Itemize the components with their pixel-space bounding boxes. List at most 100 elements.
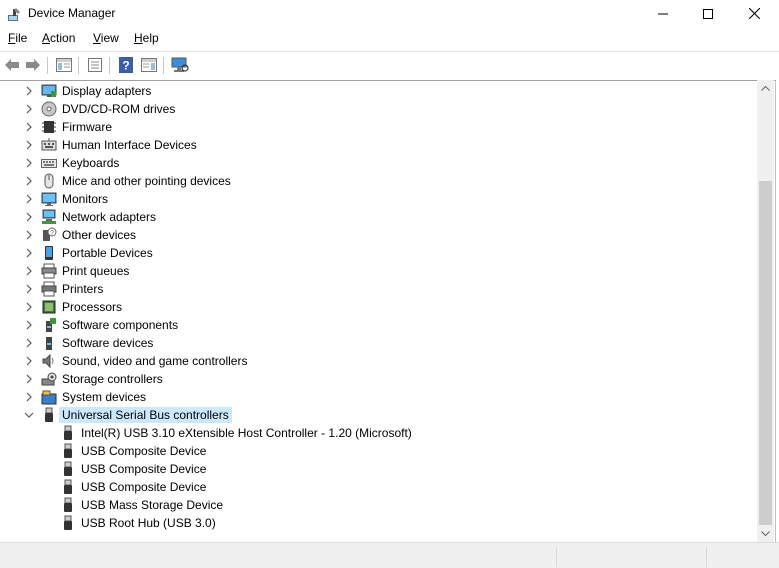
scroll-up-button[interactable] [757,80,774,97]
scan-hardware-button[interactable] [170,55,190,75]
tree-category-row[interactable]: Human Interface Devices [0,136,755,154]
scan-hardware-icon [171,57,189,72]
chevron-right-icon[interactable] [23,319,35,331]
tree-category-label: Printers [62,282,104,296]
close-icon [748,8,760,19]
tree-category-row[interactable]: ? Other devices [0,226,755,244]
chevron-right-icon[interactable] [23,85,35,97]
tree-category-row[interactable]: Software components [0,316,755,334]
tree-category-row[interactable]: Sound, video and game controllers [0,352,755,370]
chevron-right-icon[interactable] [23,193,35,205]
tree-device-label: USB Composite Device [81,444,207,458]
action-pane-button[interactable] [139,55,159,75]
menu-view[interactable]: View [93,31,119,45]
tree-device-row[interactable]: Intel(R) USB 3.10 eXtensible Host Contro… [0,424,755,442]
network-adapter-icon [41,209,57,225]
usb-plug-icon [60,425,76,441]
printer-icon [41,281,57,297]
chevron-right-icon[interactable] [23,139,35,151]
tree-category-label: Universal Serial Bus controllers [59,407,232,423]
firmware-icon [41,119,57,135]
toolbar-separator [78,57,79,74]
status-cell [556,547,706,567]
menu-view-accel: V [93,31,101,45]
show-hide-console-tree-button[interactable] [54,55,74,75]
device-manager-app-icon [7,6,23,22]
tree-category-row[interactable]: Mice and other pointing devices [0,172,755,190]
tree-category-row[interactable]: Printers [0,280,755,298]
chevron-right-icon[interactable] [23,175,35,187]
chevron-right-icon[interactable] [23,229,35,241]
other-devices-icon: ? [41,227,57,243]
toolbar-separator [163,57,164,74]
tree-category-label: DVD/CD-ROM drives [62,102,176,116]
chevron-right-icon[interactable] [23,283,35,295]
tree-device-row[interactable]: USB Composite Device [0,442,755,460]
forward-button[interactable] [23,55,43,75]
menu-help-accel: H [134,31,143,45]
minimize-icon [658,13,668,14]
chevron-right-icon[interactable] [23,265,35,277]
toolbar-separator [109,57,110,74]
menu-file-label: ile [15,31,28,45]
tree-category-row[interactable]: Portable Devices [0,244,755,262]
tree-category-row[interactable]: Storage controllers [0,370,755,388]
chevron-right-icon[interactable] [23,337,35,349]
chevron-right-icon[interactable] [23,301,35,313]
tree-category-row[interactable]: DVD/CD-ROM drives [0,100,755,118]
chevron-down-icon[interactable] [23,409,35,421]
tree-device-label: USB Root Hub (USB 3.0) [81,516,216,530]
tree-device-row[interactable]: USB Root Hub (USB 3.0) [0,514,755,532]
properties-button[interactable] [85,55,105,75]
chevron-right-icon[interactable] [23,247,35,259]
tree-category-row[interactable]: Display adapters [0,82,755,100]
tree-category-row[interactable]: Monitors [0,190,755,208]
back-button[interactable] [2,55,22,75]
forward-icon [26,59,40,71]
tree-category-row[interactable]: Keyboards [0,154,755,172]
tree-category-row[interactable]: Software devices [0,334,755,352]
back-icon [5,59,19,71]
maximize-icon [703,8,713,19]
tree-device-row[interactable]: USB Composite Device [0,460,755,478]
scroll-down-button[interactable] [757,525,774,542]
tree-category-row[interactable]: Processors [0,298,755,316]
title-bar: Device Manager [0,0,779,27]
chevron-right-icon[interactable] [23,355,35,367]
monitor-icon [41,191,57,207]
close-button[interactable] [731,0,777,27]
tree-category-row[interactable]: Universal Serial Bus controllers [0,406,755,424]
tree-category-label: Keyboards [62,156,120,170]
tree-category-label: Network adapters [62,210,157,224]
storage-controller-icon [41,371,57,387]
scroll-thumb[interactable] [759,181,772,525]
menu-help[interactable]: Help [134,31,159,45]
usb-plug-icon [60,515,76,531]
tree-category-row[interactable]: Firmware [0,118,755,136]
chevron-right-icon[interactable] [23,211,35,223]
menu-action[interactable]: Action [42,31,75,45]
chevron-right-icon[interactable] [23,391,35,403]
vertical-scrollbar[interactable] [757,80,774,542]
tree-device-row[interactable]: USB Composite Device [0,478,755,496]
tree-category-label: Sound, video and game controllers [62,354,248,368]
menu-view-label: iew [100,31,119,45]
maximize-button[interactable] [685,0,731,27]
tree-category-row[interactable]: Print queues [0,262,755,280]
help-button[interactable]: ? [116,55,136,75]
mouse-icon [41,173,57,189]
tree-category-label: Print queues [62,264,130,278]
device-tree[interactable]: Display adapters DVD/CD-ROM drives Firmwar… [0,80,776,542]
tree-category-row[interactable]: System devices [0,388,755,406]
tree-device-row[interactable]: USB Mass Storage Device [0,496,755,514]
chevron-right-icon[interactable] [23,157,35,169]
tree-category-row[interactable]: Network adapters [0,208,755,226]
chevron-right-icon[interactable] [23,121,35,133]
chevron-right-icon[interactable] [23,373,35,385]
tree-category-label: System devices [62,390,147,404]
menu-file[interactable]: File [8,31,27,45]
minimize-button[interactable] [640,0,686,27]
tree-category-label: Human Interface Devices [62,138,197,152]
menu-action-label: ction [50,31,76,45]
chevron-right-icon[interactable] [23,103,35,115]
